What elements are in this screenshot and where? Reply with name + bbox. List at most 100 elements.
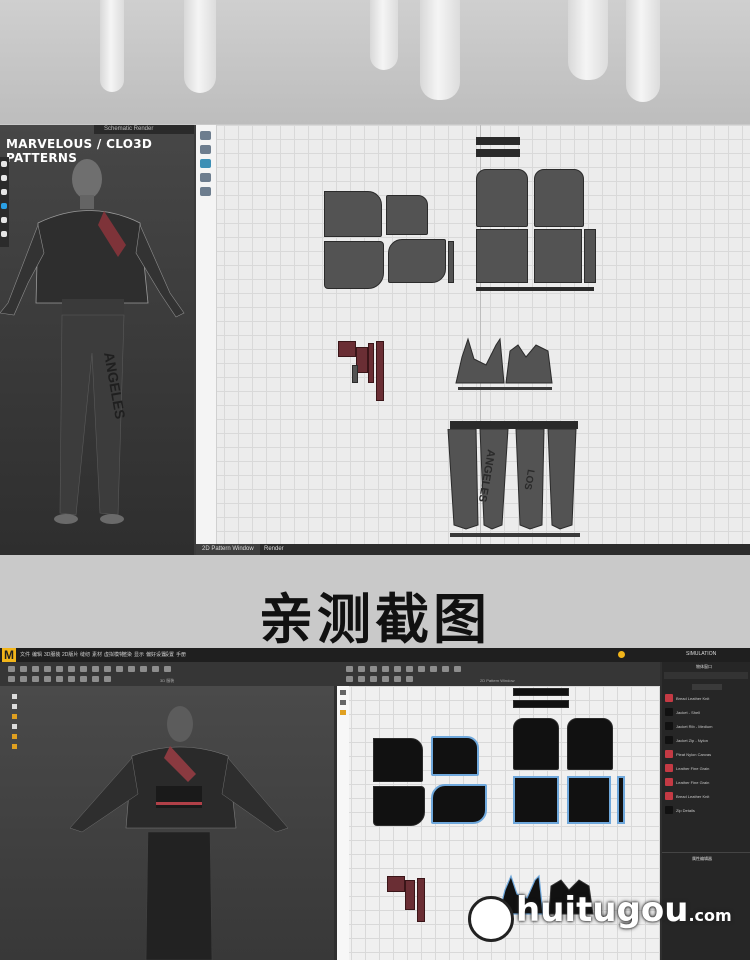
view-tool-icon[interactable] — [12, 694, 17, 699]
pattern-piece[interactable] — [584, 229, 596, 283]
menu-item-render[interactable]: 渲染 — [122, 648, 132, 662]
menu-item-sewing[interactable]: 缝纫 — [80, 648, 90, 662]
toolbar-icon[interactable] — [382, 666, 389, 672]
toolbar-icon[interactable] — [104, 666, 111, 672]
toolbar-icon[interactable] — [8, 666, 15, 672]
toolbar-icon[interactable] — [418, 666, 425, 672]
toolbar-icon[interactable] — [32, 676, 39, 682]
pattern-piece[interactable] — [513, 688, 569, 696]
toolbar-icon[interactable] — [44, 666, 51, 672]
toolbar-icon[interactable] — [140, 666, 147, 672]
pattern-piece-red[interactable] — [405, 880, 415, 910]
tab-2d-pattern-window[interactable]: 2D Pattern Window — [196, 544, 260, 555]
toolbar-icon[interactable] — [346, 676, 353, 682]
pattern-piece-red[interactable] — [338, 341, 356, 357]
pattern-tool-icon[interactable] — [340, 710, 346, 715]
pattern-tool-icon[interactable] — [200, 159, 211, 168]
toolbar-icon[interactable] — [370, 676, 377, 682]
toolbar-icon[interactable] — [406, 666, 413, 672]
menu-item-edit[interactable]: 编辑 — [32, 648, 42, 662]
toolbar-icon[interactable] — [20, 666, 27, 672]
toolbar-icon[interactable] — [394, 666, 401, 672]
pattern-piece[interactable] — [476, 149, 520, 157]
add-material-button[interactable] — [692, 684, 722, 690]
pattern-tool-icon[interactable] — [340, 690, 346, 695]
pattern-piece-selected[interactable] — [513, 776, 559, 824]
toolbar-icon[interactable] — [358, 676, 365, 682]
view-tool-icon[interactable] — [12, 724, 17, 729]
pattern-tool-icon[interactable] — [340, 700, 346, 705]
pattern-piece[interactable] — [373, 738, 423, 782]
2d-pattern-window[interactable]: ANGELES LOS — [196, 125, 750, 555]
toolbar-icon[interactable] — [104, 676, 111, 682]
pattern-piece-red[interactable] — [368, 343, 374, 383]
menu-item-avatar[interactable]: 虚拟模特 — [104, 648, 124, 662]
pattern-piece[interactable] — [513, 718, 559, 770]
toolbar-icon[interactable] — [346, 666, 353, 672]
pattern-piece[interactable] — [476, 287, 594, 291]
menu-item-3d-garment[interactable]: 3D服装 — [44, 648, 60, 662]
3d-garment-view[interactable] — [0, 686, 334, 960]
toolbar-icon[interactable] — [44, 676, 51, 682]
pattern-tool-icon[interactable] — [200, 187, 211, 196]
toolbar-icon[interactable] — [8, 676, 15, 682]
pattern-piece-selected[interactable] — [431, 736, 479, 776]
view-tool-icon[interactable] — [12, 744, 17, 749]
toolbar-icon[interactable] — [442, 666, 449, 672]
material-item[interactable]: Jacket Zip - Nylon — [662, 736, 750, 745]
material-item[interactable]: Leather Fine Grain — [662, 764, 750, 773]
toolbar-icon[interactable] — [68, 666, 75, 672]
view-tool-icon[interactable] — [12, 734, 17, 739]
toolbar-icon[interactable] — [92, 676, 99, 682]
toolbar-icon[interactable] — [56, 666, 63, 672]
pattern-piece[interactable] — [448, 241, 454, 283]
toolbar-icon[interactable] — [454, 666, 461, 672]
menu-item-preferences[interactable]: 偏好设置 — [146, 648, 166, 662]
material-item[interactable]: Bread Leather Knit — [662, 792, 750, 801]
pattern-piece[interactable] — [534, 229, 582, 283]
toolbar-icon[interactable] — [406, 676, 413, 682]
toolbar-icon[interactable] — [430, 666, 437, 672]
legging-pattern[interactable]: ANGELES LOS — [446, 429, 584, 541]
menu-item-materials[interactable]: 素材 — [92, 648, 102, 662]
toolbar-icon[interactable] — [128, 666, 135, 672]
material-item[interactable]: Jacket - Shell — [662, 708, 750, 717]
toolbar-icon[interactable] — [382, 676, 389, 682]
pattern-piece[interactable] — [567, 718, 613, 770]
pattern-piece[interactable] — [450, 421, 578, 429]
menu-item-file[interactable]: 文件 — [20, 648, 30, 662]
material-item[interactable]: Jacket Rib - Medium — [662, 722, 750, 731]
toolbar-icon[interactable] — [370, 666, 377, 672]
toolbar-icon[interactable] — [32, 666, 39, 672]
toolbar-icon[interactable] — [394, 676, 401, 682]
pattern-piece[interactable] — [324, 241, 384, 289]
pattern-tool-icon[interactable] — [200, 173, 211, 182]
menu-item-2d-pattern[interactable]: 2D版片 — [62, 648, 78, 662]
pattern-piece[interactable] — [476, 169, 528, 227]
view-tool-icon[interactable] — [12, 704, 17, 709]
pattern-piece-red[interactable] — [387, 876, 405, 892]
pattern-piece-red[interactable] — [376, 341, 384, 401]
toolbar-icon[interactable] — [152, 666, 159, 672]
pattern-piece[interactable] — [513, 700, 569, 708]
pattern-piece[interactable] — [324, 191, 382, 237]
app-logo[interactable]: M — [2, 648, 16, 662]
pattern-piece-selected[interactable] — [431, 784, 487, 824]
toolbar-icon[interactable] — [92, 666, 99, 672]
pattern-piece[interactable] — [386, 195, 428, 235]
toolbar-icon[interactable] — [80, 676, 87, 682]
toolbar-icon[interactable] — [56, 676, 63, 682]
pattern-tool-icon[interactable] — [200, 145, 211, 154]
pattern-piece[interactable] — [388, 239, 446, 283]
view-tool-icon[interactable] — [12, 714, 17, 719]
material-item[interactable]: Bread Leather Knit — [662, 694, 750, 703]
pattern-piece-selected[interactable] — [567, 776, 611, 824]
toolbar-icon[interactable] — [164, 666, 171, 672]
toolbar-icon[interactable] — [20, 676, 27, 682]
menu-item-settings[interactable]: 设置 — [164, 648, 174, 662]
menu-item-manual[interactable]: 手册 — [176, 648, 186, 662]
toolbar-icon[interactable] — [358, 666, 365, 672]
pattern-piece[interactable] — [476, 229, 528, 283]
material-item[interactable]: Pleat Nylon Canvas — [662, 750, 750, 759]
pattern-piece-red[interactable] — [417, 878, 425, 922]
